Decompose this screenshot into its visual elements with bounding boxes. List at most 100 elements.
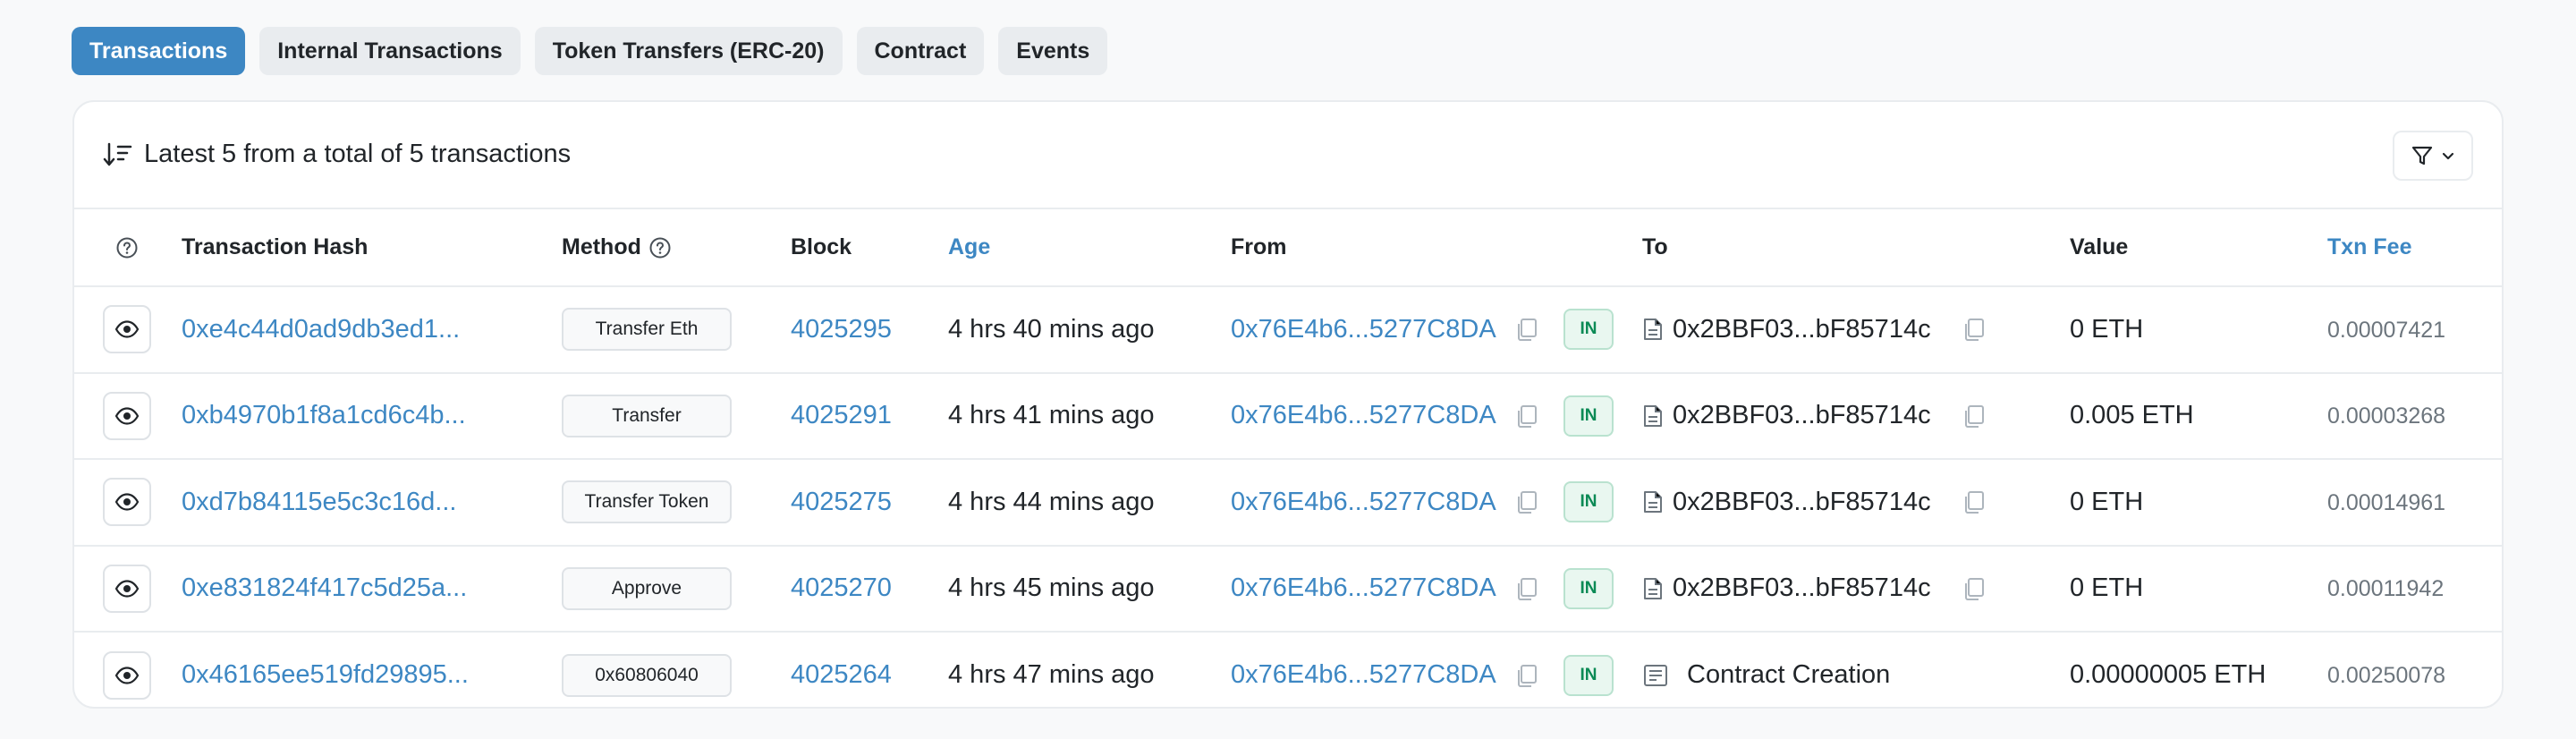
card-header: Latest 5 from a total of 5 transactions — [74, 102, 2502, 209]
chevron-down-icon — [2441, 149, 2455, 163]
from-address-link[interactable]: 0x76E4b6...5277C8DA — [1231, 660, 1496, 690]
eye-icon — [114, 667, 140, 684]
tab-contract[interactable]: Contract — [856, 27, 985, 75]
contract-creation-icon — [1642, 663, 1669, 688]
preview-button[interactable] — [103, 305, 151, 354]
filter-button[interactable] — [2393, 131, 2473, 181]
fee-text: 0.00003268 — [2327, 403, 2446, 429]
column-header-fee[interactable]: Txn Fee — [2304, 209, 2502, 287]
copy-icon[interactable] — [1514, 317, 1539, 342]
from-address-link[interactable]: 0x76E4b6...5277C8DA — [1231, 315, 1496, 344]
preview-button[interactable] — [103, 650, 151, 700]
block-link[interactable]: 4025275 — [791, 488, 892, 516]
contract-file-icon — [1642, 576, 1664, 601]
value-text: 0.00000005 ETH — [2070, 660, 2267, 690]
eye-icon — [114, 320, 140, 338]
to-address[interactable]: 0x2BBF03...bF85714c — [1673, 488, 1931, 517]
summary-text: Latest 5 from a total of 5 transactions — [144, 140, 572, 168]
block-link[interactable]: 4025291 — [791, 401, 892, 429]
value-text: 0 ETH — [2070, 573, 2144, 603]
block-link[interactable]: 4025270 — [791, 573, 892, 602]
copy-icon[interactable] — [1514, 576, 1539, 601]
method-badge: Transfer Eth — [562, 308, 732, 352]
contract-file-icon — [1642, 317, 1664, 342]
column-header-value: Value — [2070, 209, 2304, 287]
tab-bar: Transactions Internal Transactions Token… — [72, 27, 1108, 75]
direction-badge: IN — [1563, 567, 1614, 609]
tx-hash-link[interactable]: 0xd7b84115e5c3c16d... — [182, 488, 456, 516]
direction-badge: IN — [1563, 654, 1614, 696]
method-badge: Transfer — [562, 394, 732, 437]
table-body: 0xe4c44d0ad9db3ed1... Transfer Eth 40252… — [74, 286, 2502, 707]
eye-icon — [114, 493, 140, 511]
contract-file-icon — [1642, 403, 1664, 429]
preview-button[interactable] — [103, 391, 151, 440]
transactions-card: Latest 5 from a total of 5 transactions — [72, 100, 2504, 709]
fee-text: 0.00011942 — [2327, 576, 2445, 602]
from-address-link[interactable]: 0x76E4b6...5277C8DA — [1231, 573, 1496, 603]
direction-badge: IN — [1563, 309, 1614, 351]
direction-badge: IN — [1563, 395, 1614, 437]
filter-icon — [2411, 144, 2434, 167]
column-header-method: Method — [562, 209, 791, 287]
copy-icon[interactable] — [1962, 403, 1987, 429]
copy-icon[interactable] — [1514, 663, 1539, 688]
from-address-link[interactable]: 0x76E4b6...5277C8DA — [1231, 401, 1496, 430]
tab-internal-transactions[interactable]: Internal Transactions — [259, 27, 521, 75]
column-header-from: From — [1231, 209, 1563, 287]
copy-icon[interactable] — [1962, 489, 1987, 514]
tx-hash-link[interactable]: 0x46165ee519fd29895... — [182, 660, 469, 689]
to-cell: 0x2BBF03...bF85714c — [1642, 573, 2070, 603]
fee-text: 0.00014961 — [2327, 489, 2446, 515]
value-text: 0 ETH — [2070, 487, 2144, 516]
block-link[interactable]: 4025264 — [791, 660, 892, 689]
tx-hash-link[interactable]: 0xe831824f417c5d25a... — [182, 573, 467, 602]
direction-badge: IN — [1563, 481, 1614, 523]
block-link[interactable]: 4025295 — [791, 315, 892, 344]
to-cell: 0x2BBF03...bF85714c — [1642, 315, 2070, 344]
column-header-age[interactable]: Age — [948, 209, 1231, 287]
table-row: 0xd7b84115e5c3c16d... Transfer Token 402… — [74, 459, 2502, 547]
column-header-method-label: Method — [562, 234, 641, 259]
transactions-table: Transaction Hash Method Block Age From T… — [74, 209, 2502, 707]
help-circle-icon[interactable] — [115, 236, 182, 259]
to-address[interactable]: 0x2BBF03...bF85714c — [1673, 573, 1931, 603]
method-badge: Approve — [562, 566, 732, 610]
from-address-link[interactable]: 0x76E4b6...5277C8DA — [1231, 488, 1496, 517]
table-header-row: Transaction Hash Method Block Age From T… — [74, 209, 2502, 287]
fee-text: 0.00250078 — [2327, 663, 2446, 689]
copy-icon[interactable] — [1962, 576, 1987, 601]
column-header-hash: Transaction Hash — [182, 209, 562, 287]
method-badge: 0x60806040 — [562, 653, 732, 697]
eye-icon — [114, 580, 140, 598]
copy-icon[interactable] — [1962, 317, 1987, 342]
summary: Latest 5 from a total of 5 transactions — [103, 140, 571, 169]
copy-icon[interactable] — [1514, 489, 1539, 514]
tab-transactions[interactable]: Transactions — [72, 27, 246, 75]
column-header-block: Block — [791, 209, 948, 287]
help-circle-icon[interactable] — [648, 236, 672, 259]
contract-file-icon — [1642, 489, 1664, 514]
tx-hash-link[interactable]: 0xe4c44d0ad9db3ed1... — [182, 315, 460, 344]
to-cell: Contract Creation — [1642, 660, 2070, 690]
table-row: 0x46165ee519fd29895... 0x60806040 402526… — [74, 632, 2502, 707]
preview-button[interactable] — [103, 478, 151, 527]
table-row: 0xb4970b1f8a1cd6c4b... Transfer 4025291 … — [74, 372, 2502, 460]
age-text: 4 hrs 44 mins ago — [948, 487, 1155, 516]
age-text: 4 hrs 41 mins ago — [948, 401, 1155, 430]
age-text: 4 hrs 47 mins ago — [948, 660, 1155, 690]
tab-events[interactable]: Events — [998, 27, 1108, 75]
column-header-to: To — [1642, 209, 2070, 287]
tx-hash-link[interactable]: 0xb4970b1f8a1cd6c4b... — [182, 401, 466, 429]
to-address[interactable]: 0x2BBF03...bF85714c — [1673, 315, 1931, 344]
preview-button[interactable] — [103, 564, 151, 613]
table-row: 0xe4c44d0ad9db3ed1... Transfer Eth 40252… — [74, 286, 2502, 374]
to-address[interactable]: 0x2BBF03...bF85714c — [1673, 401, 1931, 430]
table-row: 0xe831824f417c5d25a... Approve 4025270 4… — [74, 545, 2502, 633]
sort-desc-icon — [103, 141, 133, 168]
copy-icon[interactable] — [1514, 403, 1539, 429]
value-text: 0.005 ETH — [2070, 401, 2194, 430]
eye-icon — [114, 407, 140, 425]
to-cell: 0x2BBF03...bF85714c — [1642, 401, 2070, 430]
tab-token-transfers[interactable]: Token Transfers (ERC-20) — [534, 27, 843, 75]
